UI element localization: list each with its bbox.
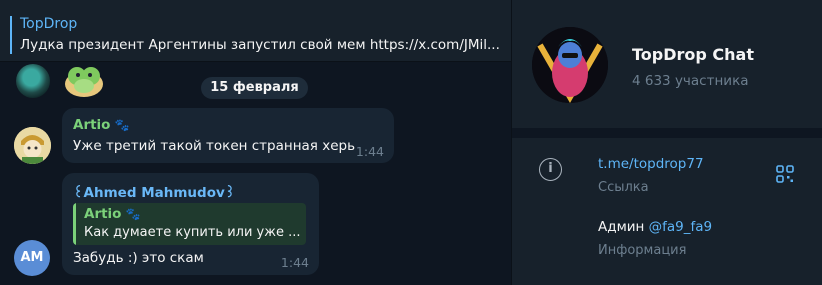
date-separator: 15 февраля <box>201 77 308 99</box>
message-text: Уже третий такой токен странная херь <box>73 138 356 154</box>
pinned-text: Лудка президент Аргентины запустил свой … <box>20 37 500 53</box>
chat-title: TopDrop Chat <box>632 45 754 64</box>
chat-info-panel: TopDrop Chat 4 633 участника i t.me/topd… <box>511 0 822 285</box>
message-text: Забудь :) это скам <box>73 250 204 266</box>
message-bubble[interactable]: ꒰Ahmed Mahmudov꒱ Artio 🐾 Как думаете купи… <box>62 173 319 275</box>
avatar[interactable]: AM <box>14 240 50 276</box>
avatar[interactable] <box>14 127 51 164</box>
chat-pane: TopDrop Лудка президент Аргентины запуст… <box>0 0 511 285</box>
group-avatar[interactable] <box>532 27 608 103</box>
paw-icon: 🐾 <box>125 207 141 221</box>
reply-quote[interactable]: Artio 🐾 Как думаете купить или уже ... <box>73 203 306 245</box>
message-sender[interactable]: ꒰Ahmed Mahmudov꒱ <box>73 183 235 201</box>
section-divider <box>512 128 822 138</box>
avatar-image <box>14 127 51 164</box>
qr-code-icon[interactable] <box>776 165 794 183</box>
pinned-title: TopDrop <box>20 16 78 32</box>
message-sender[interactable]: Artio 🐾 <box>73 117 129 133</box>
link-caption: Ссылка <box>598 180 649 195</box>
admin-caption: Информация <box>598 243 687 258</box>
reply-bar <box>73 203 76 245</box>
message-time: 1:44 <box>280 255 309 270</box>
avatar[interactable] <box>16 64 50 98</box>
admin-line: Админ @fa9_fa9 <box>598 219 713 235</box>
reply-sender: Artio 🐾 <box>84 206 141 222</box>
message-time: 1:44 <box>355 144 384 159</box>
pinned-bar <box>10 16 12 54</box>
admin-handle[interactable]: @fa9_fa9 <box>649 219 712 235</box>
paw-icon: 🐾 <box>114 118 130 132</box>
member-count: 4 633 участника <box>632 73 749 89</box>
message-bubble[interactable]: Artio 🐾 Уже третий такой токен странная х… <box>62 108 394 163</box>
chat-link[interactable]: t.me/topdrop77 <box>598 156 704 172</box>
sticker[interactable] <box>62 62 106 100</box>
pinned-message[interactable]: TopDrop Лудка президент Аргентины запуст… <box>0 0 511 62</box>
group-avatar-image <box>532 27 608 103</box>
reply-text: Как думаете купить или уже ... <box>84 225 301 240</box>
info-icon: i <box>539 158 562 181</box>
